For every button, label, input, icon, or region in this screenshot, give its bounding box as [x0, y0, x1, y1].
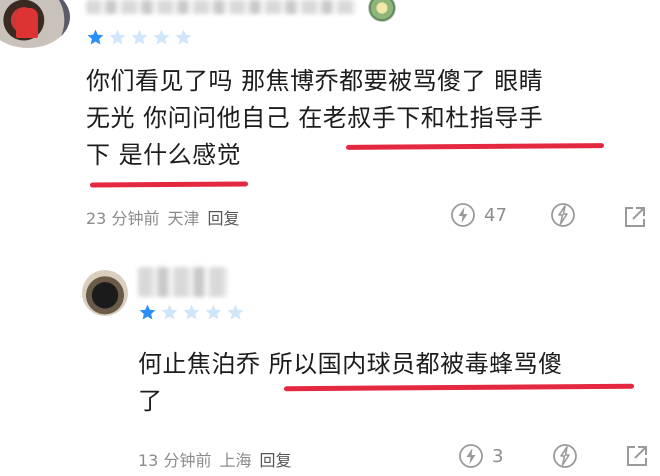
highlight-underline: [89, 181, 249, 188]
comment-line: 何止焦泊乔 所以国内球员都被毒蜂骂傻: [138, 350, 563, 378]
star-icon: [153, 29, 170, 45]
star-icon: [161, 304, 178, 320]
blurred-username[interactable]: [86, 0, 356, 14]
user-badge-icon: [368, 0, 396, 22]
comment-line: 你们看见了吗 那焦博乔都要被骂傻了 眼睛: [86, 67, 544, 95]
lightning-like-icon: [451, 203, 475, 227]
user-avatar[interactable]: [0, 0, 70, 48]
comment-meta: 23 分钟前 天津 回复: [86, 205, 239, 229]
like-button[interactable]: 3: [458, 443, 503, 469]
comment-location: 上海: [219, 451, 252, 470]
like-count: 3: [492, 445, 504, 467]
star-icon: [175, 29, 192, 45]
like-button[interactable]: 47: [450, 202, 507, 228]
star-icon: [139, 304, 156, 320]
rating-stars: [86, 28, 193, 47]
dislike-button[interactable]: [550, 202, 576, 228]
comment-time: 13 分钟前: [138, 451, 212, 470]
comment-location: 天津: [167, 209, 200, 228]
dislike-icon: [553, 444, 577, 468]
user-avatar[interactable]: [82, 270, 128, 316]
dislike-icon: [551, 203, 575, 227]
comment-text: 何止焦泊乔 所以国内球员都被毒蜂骂傻 了: [138, 346, 648, 420]
share-button[interactable]: [622, 204, 648, 230]
comment-meta: 13 分钟前 上海 回复: [138, 447, 291, 471]
star-icon: [183, 304, 200, 320]
like-count: 47: [484, 204, 507, 226]
rating-stars: [138, 303, 245, 322]
share-icon: [625, 207, 645, 227]
comment-time: 23 分钟前: [86, 209, 160, 228]
blurred-username[interactable]: [138, 267, 228, 297]
reply-button[interactable]: 回复: [259, 447, 291, 471]
star-icon: [131, 29, 148, 45]
star-icon: [205, 304, 222, 320]
comment-line: 无光 你问问他自己 在老叔手下和杜指导手: [86, 104, 544, 132]
star-icon: [109, 29, 126, 45]
comment-text: 你们看见了吗 那焦博乔都要被骂傻了 眼睛 无光 你问问他自己 在老叔手下和杜指导…: [86, 63, 646, 174]
lightning-like-icon: [459, 444, 483, 468]
star-icon: [87, 29, 104, 45]
dislike-button[interactable]: [552, 443, 578, 469]
star-icon: [227, 304, 244, 320]
share-button[interactable]: [624, 443, 650, 469]
share-icon: [627, 446, 647, 466]
reply-button[interactable]: 回复: [207, 205, 239, 229]
